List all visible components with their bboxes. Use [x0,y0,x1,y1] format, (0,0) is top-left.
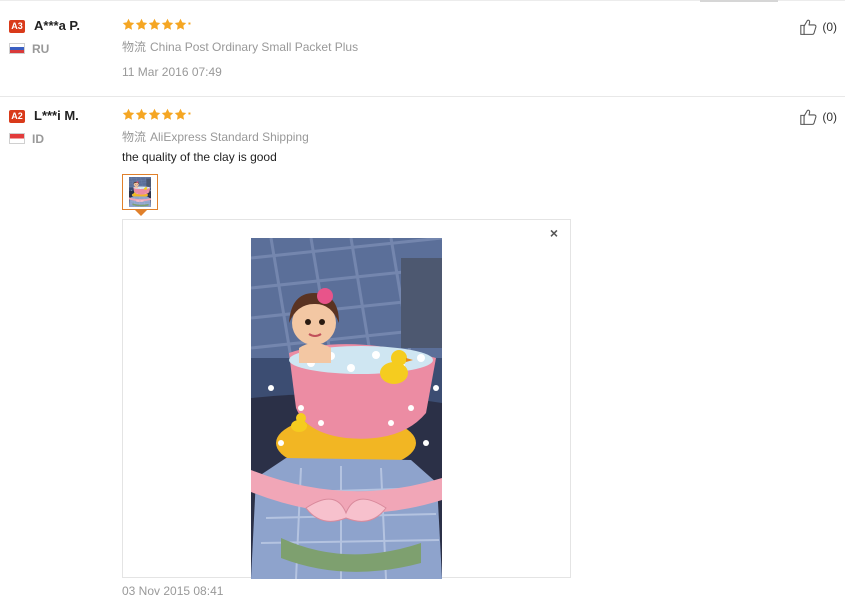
id-flag-icon [9,133,25,144]
helpful-count: (0) [822,110,837,124]
photo-viewer: × [122,219,571,578]
star-icon [122,18,135,31]
thumbs-up-icon[interactable] [798,18,820,36]
star-icon [161,108,174,121]
cake-photo-thumbnail-image[interactable] [129,177,151,207]
star-icon [148,108,161,121]
star-icon [135,18,148,31]
star-icon [174,108,187,121]
star-icon [161,18,174,31]
buyer-level-badge: A3 [9,20,25,33]
ru-flag-icon [9,43,25,54]
star-icon [122,108,135,121]
buyer-name: A***a P. [34,18,81,33]
reviews-page: A3 A***a P. RU ▪ 物流 China Post Ordinary S… [0,0,845,601]
buyer-level-badge: A2 [9,110,25,123]
buyer-country: ID [32,132,44,146]
rating-stars: ▪ [122,107,191,121]
shipping-info: 物流 China Post Ordinary Small Packet Plus [122,38,358,55]
close-icon[interactable]: × [550,226,558,240]
helpful-button[interactable]: (0) [798,18,837,36]
cake-photo-image [251,238,442,579]
shipping-method: AliExpress Standard Shipping [150,130,309,144]
review-item: A2 L***i M. ID ▪ 物流 AliExpress Standard S… [0,97,845,601]
shipping-label: 物流 [122,40,147,54]
buyer-name: L***i M. [34,108,79,123]
star-icon [148,18,161,31]
thumbs-up-icon[interactable] [798,108,820,126]
star-icon [174,18,187,31]
star-dot-icon: ▪ [188,19,191,28]
star-icon [135,108,148,121]
review-item: A3 A***a P. RU ▪ 物流 China Post Ordinary S… [0,0,845,97]
buyer-country: RU [32,42,50,56]
shipping-label: 物流 [122,130,147,144]
review-text: the quality of the clay is good [122,150,277,164]
helpful-button[interactable]: (0) [798,108,837,126]
shipping-method: China Post Ordinary Small Packet Plus [150,40,359,54]
review-date: 03 Nov 2015 08:41 [122,584,224,598]
rating-stars: ▪ [122,17,191,31]
shipping-info: 物流 AliExpress Standard Shipping [122,128,309,145]
helpful-count: (0) [822,20,837,34]
photo-thumbnail[interactable] [122,174,158,210]
thumbnail-caret-icon [135,210,147,216]
star-dot-icon: ▪ [188,109,191,118]
review-date: 11 Mar 2016 07:49 [122,65,222,79]
